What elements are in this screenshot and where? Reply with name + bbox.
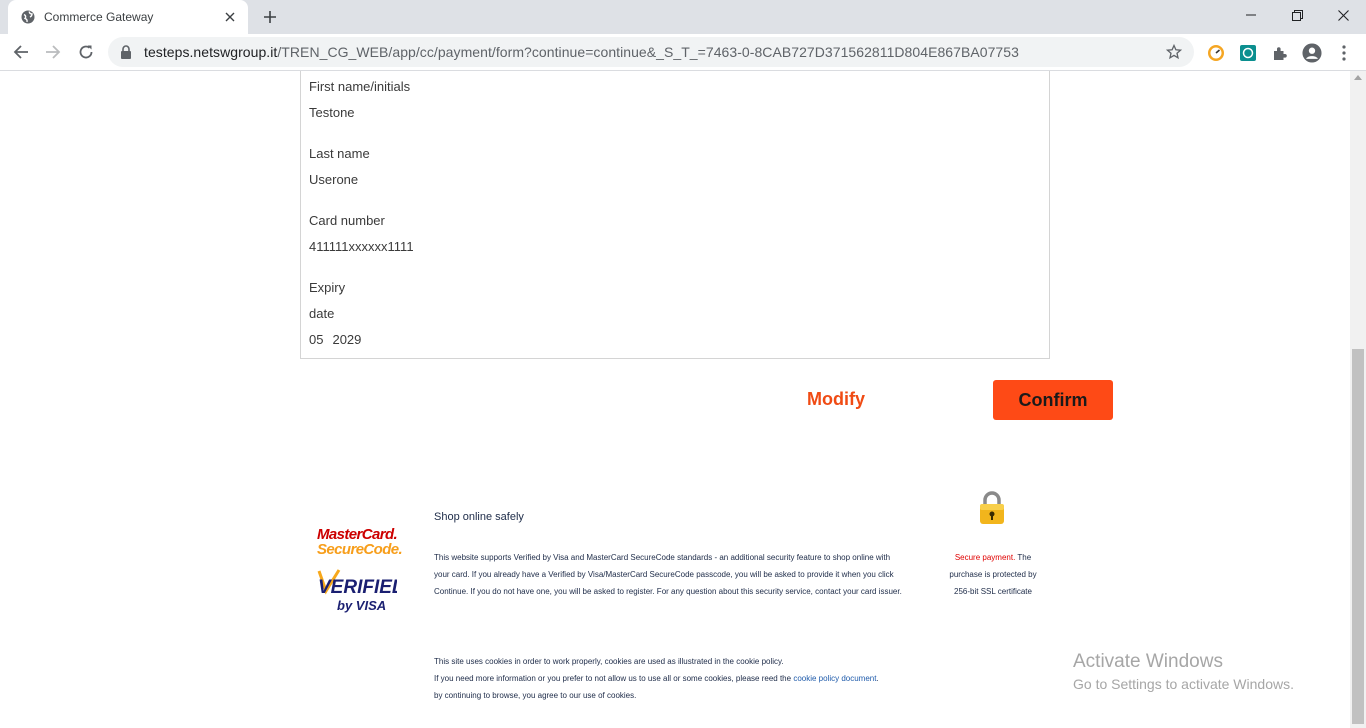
expiry-month: 05 [309,332,324,347]
restore-button[interactable] [1274,0,1320,30]
first-name-label: First name/initials [309,79,411,94]
cookie-policy-link[interactable]: cookie policy document [793,674,876,683]
cookie-line-2: If you need more information or you pref… [434,670,904,687]
url-path: /TREN_CG_WEB/app/cc/payment/form?continu… [277,44,1019,60]
expiry-label: Expiry [309,280,346,295]
shop-safely-text: This website supports Verified by Visa a… [434,553,902,596]
last-name-label: Last name [309,146,370,161]
cookie-line-2-end: . [876,674,879,683]
cookie-line-3: by continuing to browse, you agree to ou… [434,691,637,700]
forward-button[interactable] [39,38,67,66]
browser-toolbar: testeps.netswgroup.it/TREN_CG_WEB/app/cc… [0,34,1366,71]
teal-extension-icon[interactable] [1238,43,1258,63]
browser-tab[interactable]: Commerce Gateway [8,0,248,34]
first-name-value: Testone [309,105,355,120]
payment-summary-card: First name/initials Testone Last name Us… [300,71,1050,359]
mastercard-logo-line1: MasterCard. [317,526,398,543]
mastercard-securecode-logo: MasterCard. SecureCode. [317,526,403,561]
bookmark-star-icon[interactable] [1166,44,1182,60]
visa-by-visa-text: by VISA [337,598,386,613]
watermark-subtitle: Go to Settings to activate Windows. [1073,676,1294,692]
mastercard-logo-line2: SecureCode. [317,541,403,558]
close-tab-icon[interactable] [222,9,238,25]
cookie-line-1: This site uses cookies in order to work … [434,657,784,666]
minimize-button[interactable] [1228,0,1274,30]
padlock-icon [977,490,1007,526]
visa-verified-text: VERIFIED [318,577,397,598]
address-bar[interactable]: testeps.netswgroup.it/TREN_CG_WEB/app/cc… [108,37,1194,67]
extensions-puzzle-icon[interactable] [1270,43,1290,63]
new-tab-button[interactable] [258,6,282,28]
scrollbar-thumb[interactable] [1352,349,1364,724]
scroll-up-arrow-icon[interactable] [1354,75,1362,80]
menu-kebab-icon[interactable] [1334,43,1354,63]
speed-dial-extension-icon[interactable] [1206,43,1226,63]
page-viewport: First name/initials Testone Last name Us… [0,71,1350,728]
vertical-scrollbar[interactable] [1350,71,1366,728]
activate-windows-watermark: Activate Windows Go to Settings to activ… [1073,651,1294,695]
secure-payment-highlight: Secure payment. [954,553,1016,562]
url-host: testeps.netswgroup.it [144,44,278,60]
profile-avatar-icon[interactable] [1302,43,1322,63]
verified-by-visa-logo: VERIFIED by VISA [317,569,406,613]
tab-strip: Commerce Gateway [0,0,1366,34]
tab-title: Commerce Gateway [44,10,154,24]
card-number-value: 411111xxxxxx1111 [309,239,414,254]
last-name-value: Userone [309,172,359,187]
card-number-label: Card number [309,213,385,228]
reload-button[interactable] [72,38,100,66]
watermark-title: Activate Windows [1073,651,1223,672]
shop-safely-title: Shop online safely [434,511,524,523]
back-button[interactable] [7,38,35,66]
cookie-line-2-text: If you need more information or you pref… [434,674,794,683]
expiry-value: 05 2029 [309,332,370,347]
cookie-notice: This site uses cookies in order to work … [434,653,904,704]
expiry-year: 2029 [332,332,362,347]
close-window-button[interactable] [1320,0,1366,30]
confirm-button[interactable]: Confirm [993,380,1113,420]
globe-icon [20,9,36,25]
url-text: testeps.netswgroup.it/TREN_CG_WEB/app/cc… [144,44,1019,60]
modify-button[interactable]: Modify [786,381,886,417]
secure-payment-text: Secure payment. The purchase is protecte… [942,549,1044,600]
expiry-date-label: date [309,306,335,321]
lock-icon[interactable] [120,45,134,59]
